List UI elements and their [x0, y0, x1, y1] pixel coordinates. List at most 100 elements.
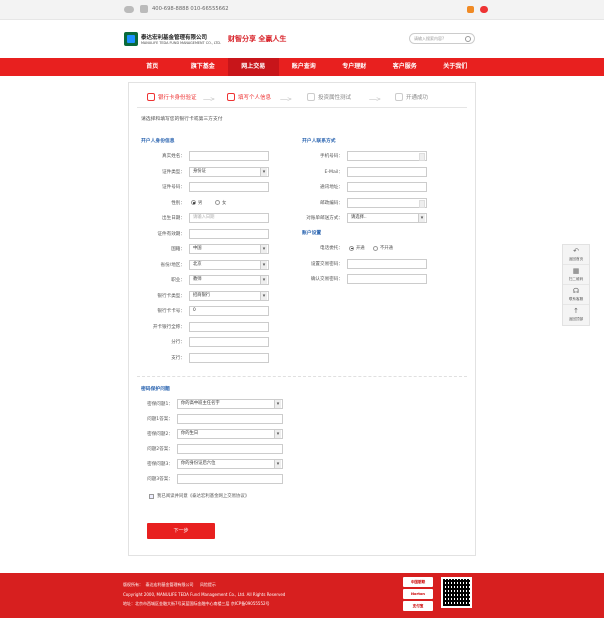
form-row: 出生日期： 请输入日期 [141, 213, 269, 223]
side-home[interactable]: ↶ 返回首页 [563, 245, 589, 265]
radio-icon[interactable] [349, 245, 354, 251]
text-input[interactable] [189, 352, 269, 363]
form-row: 证件有效期： [141, 228, 269, 239]
step-risk-test: 投资属性测试 [307, 93, 351, 101]
text-input[interactable] [347, 182, 427, 192]
site-footer: 版权所有： 泰达宏利基金管理有限公司 风险提示 Copyright 2000, … [0, 573, 604, 618]
top-bar: 400-698-8888 010-66555662 [0, 0, 604, 20]
nav-item[interactable]: 旗下基金 [178, 58, 229, 76]
registration-panel: 银行卡身份验证 ------> 填写个人信息 ------> 投资属性测试 --… [128, 82, 476, 556]
company-logo[interactable]: 泰达宏利基金管理有限公司 MANULIFE TEDA FUND MANAGEME… [124, 32, 221, 46]
step-bank-verify: 银行卡身份验证 [147, 93, 197, 101]
social-links [467, 6, 488, 13]
wechat-icon[interactable] [124, 5, 134, 13]
field-label: 设置交易密码： [310, 261, 343, 267]
form-row: 密保问题2： 你的生日 [139, 429, 283, 439]
text-input[interactable] [177, 414, 283, 424]
norton-badge[interactable]: Norton [403, 589, 433, 599]
radio-icon[interactable] [215, 200, 220, 205]
birth-date-input[interactable]: 请输入日期 [189, 213, 269, 223]
field-label: 问题1答案： [147, 417, 173, 422]
form-row: 设置交易密码： [299, 258, 427, 269]
form-row: 职业： 教师 [141, 275, 269, 285]
field-label: 省份/地区： [160, 262, 185, 268]
postcode-input[interactable] [347, 197, 427, 208]
text-input[interactable] [189, 321, 269, 332]
field-label: 真实姓名： [162, 154, 185, 159]
form-row: 邮政编码： [299, 197, 427, 208]
radio-option[interactable]: 女 [215, 200, 226, 206]
form-row: 密保问题3： 你的身份证后六位 [139, 459, 283, 469]
site-header: 泰达宏利基金管理有限公司 MANULIFE TEDA FUND MANAGEME… [0, 20, 604, 58]
nav-item[interactable]: 首页 [127, 58, 178, 76]
security-question-select[interactable]: 你的高中班主任名字 [177, 399, 283, 409]
side-top[interactable]: ↑ 返回顶部 [563, 305, 589, 325]
nav-item[interactable]: 网上交易 [228, 58, 279, 76]
text-input[interactable]: 0 [189, 306, 269, 316]
side-service[interactable]: ☊ 联系客服 [563, 285, 589, 305]
text-input[interactable] [189, 151, 269, 161]
form-row: 性别： 男 女 [141, 198, 269, 208]
statement-method-select[interactable]: 请选择.. [347, 213, 427, 223]
field-label: 开卡银行全称： [152, 324, 185, 330]
form-row: 真实姓名： [141, 151, 269, 161]
form-row: 支行： [141, 352, 269, 363]
text-input[interactable] [347, 258, 427, 269]
nav-item[interactable]: 客户服务 [380, 58, 431, 76]
nav-item[interactable]: 关于我们 [430, 58, 481, 76]
alipay-badge[interactable]: 支付宝 [403, 601, 433, 611]
province-select[interactable]: 北京 [189, 259, 269, 270]
back-arrow-icon: ↶ [573, 247, 579, 255]
identity-section-title: 开户人身份信息 [141, 139, 175, 144]
text-input[interactable] [347, 274, 427, 284]
side-qrcode[interactable]: ▦ 扫二维码 [563, 265, 589, 285]
nav-item[interactable]: 账户查询 [279, 58, 330, 76]
rss-icon[interactable] [467, 6, 474, 13]
agreement-checkbox[interactable]: 我已阅读并同意《泰达宏利基金网上交易协议》 [149, 493, 249, 499]
form-row: 国籍： 中国 [141, 244, 269, 254]
form-row: 电话委托： 开通 不开通 [299, 243, 427, 253]
risk-notice-link[interactable]: 风险提示 [200, 582, 216, 587]
radio-option[interactable]: 男 [191, 200, 202, 206]
footer-address: 地址：北京市西城区金融大街7号英蓝国际金融中心南楼三层 京ICP备0905555… [123, 601, 270, 606]
radio-icon[interactable] [191, 200, 196, 205]
checkbox-icon[interactable] [149, 493, 154, 499]
step-personal-info: 填写个人信息 [227, 93, 271, 101]
weibo-icon[interactable] [480, 6, 488, 13]
text-input[interactable] [189, 182, 269, 192]
instruction-text: 请选择和填写您的银行卡或第三方支付 [141, 117, 223, 122]
nav-item[interactable]: 专户理财 [329, 58, 380, 76]
hotline-text: 400-698-8888 010-66555662 [152, 6, 229, 12]
field-label: 确认交易密码： [310, 277, 343, 282]
footer-company-link[interactable]: 泰达宏利基金管理有限公司 [146, 582, 194, 587]
field-label: 证件有效期： [157, 231, 185, 237]
text-input[interactable] [189, 337, 269, 347]
slogan: 财智分享 全赢人生 [228, 35, 287, 43]
mobile-input[interactable] [347, 151, 427, 161]
bank-select[interactable]: 招商银行 [189, 290, 269, 301]
radio-option[interactable]: 开通 [349, 245, 365, 251]
form-row: 证件号码： [141, 182, 269, 192]
text-input[interactable] [177, 474, 283, 484]
text-input[interactable] [177, 444, 283, 454]
radio-option[interactable]: 不开通 [373, 245, 393, 251]
security-question-select[interactable]: 你的身份证后六位 [177, 459, 283, 469]
field-label: 银行卡类型： [157, 293, 185, 299]
chart-icon [307, 93, 315, 101]
unionpay-badge[interactable]: 中国银联 [403, 577, 433, 587]
text-input[interactable] [189, 228, 269, 239]
id-type-select[interactable]: 身份证 [189, 166, 269, 177]
security-question-select[interactable]: 你的生日 [177, 429, 283, 439]
contact-section-title: 开户人联系方式 [302, 139, 336, 144]
text-input[interactable] [347, 166, 427, 177]
nationality-select[interactable]: 中国 [189, 244, 269, 254]
form-row: 对账单邮送方式： 请选择.. [299, 213, 427, 223]
footer-line-1: 版权所有： 泰达宏利基金管理有限公司 风险提示 [123, 582, 216, 587]
search-input[interactable]: 请输入搜索内容? [409, 33, 475, 44]
form-row: 密保问题1： 你的高中班主任名字 [139, 399, 283, 409]
radio-icon[interactable] [373, 245, 378, 251]
card-icon [147, 93, 155, 101]
next-button[interactable]: 下一步 [147, 523, 215, 539]
field-label: 证件类型： [162, 169, 185, 175]
occupation-select[interactable]: 教师 [189, 275, 269, 285]
